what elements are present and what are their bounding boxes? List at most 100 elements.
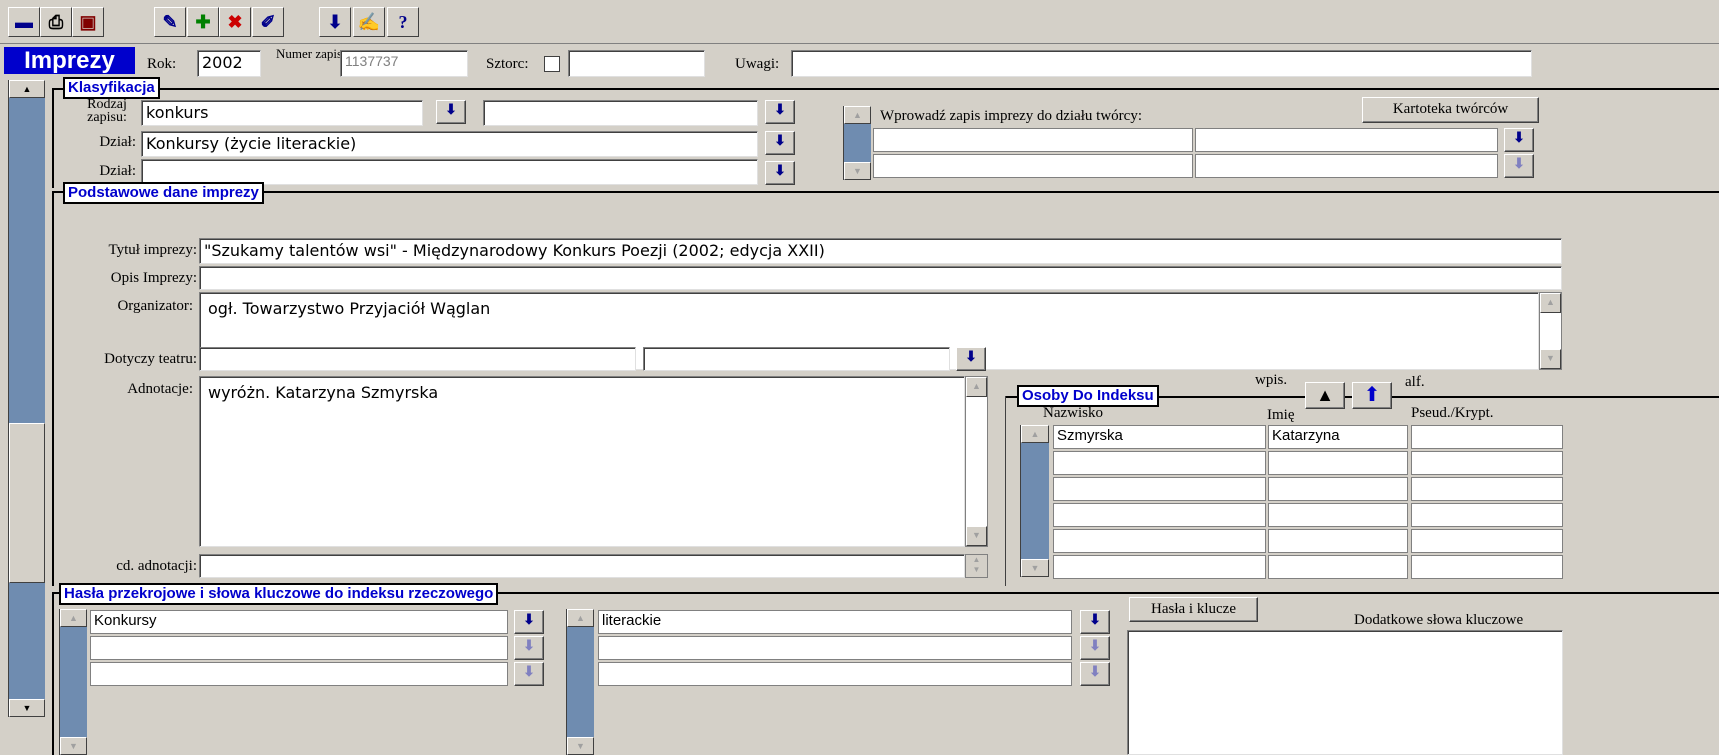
organizator-scroll-up[interactable]: ▲: [1540, 293, 1561, 313]
opis-field[interactable]: [199, 266, 1562, 290]
osoby-cell-imie[interactable]: [1268, 477, 1408, 501]
adnotacje-scroll-up[interactable]: ▲: [966, 377, 987, 397]
uwagi-label: Uwagi:: [735, 56, 780, 72]
hasla1-scroll-up[interactable]: ▲: [60, 609, 87, 627]
tworcy-row1-col2[interactable]: [1195, 128, 1498, 152]
cd-field[interactable]: [199, 554, 965, 578]
tworcy-scroll-down[interactable]: ▼: [844, 162, 871, 180]
dodatkowe-field[interactable]: [1127, 630, 1563, 755]
delete-record-icon: ✖: [227, 12, 243, 32]
main-scrollbar[interactable]: ▲ ▼: [8, 80, 45, 717]
osoby-cell-nazwisko[interactable]: Szmyrska: [1053, 425, 1266, 449]
hasla2-row2-dropdown[interactable]: ⬇: [1080, 636, 1110, 660]
undo-edit-button[interactable]: ✐: [252, 7, 284, 37]
uwagi-field[interactable]: [791, 50, 1532, 77]
adnotacje-scroll-down[interactable]: ▼: [966, 526, 987, 546]
osoby-cell-pseud[interactable]: [1411, 503, 1563, 527]
print-button[interactable]: ⎙: [40, 7, 72, 37]
tworcy-row1-col1[interactable]: [873, 128, 1193, 152]
tytul-field[interactable]: "Szukamy talentów wsi" - Międzynarodowy …: [199, 238, 1562, 264]
osoby-scrollbar[interactable]: ▲ ▼: [1020, 425, 1049, 577]
dzial2-dropdown-button[interactable]: ⬇: [765, 161, 795, 185]
numer-label: Numer zapisu:: [276, 46, 353, 61]
adnotacje-scrollbar[interactable]: ▲ ▼: [965, 376, 988, 547]
organizator-scrollbar[interactable]: ▲ ▼: [1539, 292, 1562, 370]
rodzaj-field[interactable]: konkurs: [141, 100, 423, 126]
organizator-scroll-down[interactable]: ▼: [1540, 349, 1561, 369]
rok-field[interactable]: 2002: [197, 50, 261, 77]
osoby-cell-imie[interactable]: [1268, 503, 1408, 527]
tworcy-scrollbar[interactable]: ▲ ▼: [843, 106, 871, 180]
edit-record-button[interactable]: ✎: [154, 7, 186, 37]
osoby-cell-pseud[interactable]: [1411, 477, 1563, 501]
osoby-cell-pseud[interactable]: [1411, 555, 1563, 579]
osoby-cell-nazwisko[interactable]: [1053, 503, 1266, 527]
wpis-label: wpis.: [1255, 372, 1288, 388]
hasla2-row1[interactable]: literackie: [598, 610, 1072, 634]
preview-button[interactable]: ▣: [72, 7, 104, 37]
podstawowe-frame-top: [52, 191, 1719, 193]
dzial1-field[interactable]: Konkursy (życie literackie): [141, 131, 758, 157]
hasla2-row1-dropdown[interactable]: ⬇: [1080, 610, 1110, 634]
sztorc-field[interactable]: [568, 50, 705, 77]
dzial1-dropdown-button[interactable]: ⬇: [765, 131, 795, 155]
note-button[interactable]: ✍: [353, 7, 385, 37]
sort-alf-button[interactable]: ⬆: [1352, 382, 1392, 409]
hasla2-scroll-down[interactable]: ▼: [567, 737, 594, 755]
scroll-thumb[interactable]: [9, 423, 45, 583]
hasla2-row2[interactable]: [598, 636, 1072, 660]
hasla1-row1-dropdown[interactable]: ⬇: [514, 610, 544, 634]
hasla1-row3-dropdown[interactable]: ⬇: [514, 662, 544, 686]
osoby-cell-imie[interactable]: [1268, 555, 1408, 579]
hasla-i-klucze-button[interactable]: Hasła i klucze: [1129, 597, 1258, 622]
osoby-cell-pseud[interactable]: [1411, 451, 1563, 475]
osoby-cell-imie[interactable]: Katarzyna: [1268, 425, 1408, 449]
osoby-cell-nazwisko[interactable]: [1053, 451, 1266, 475]
cd-scrollbar[interactable]: ▲ ▼: [965, 554, 988, 578]
hasla2-scrollbar[interactable]: ▲ ▼: [566, 609, 594, 755]
sort-wpis-button[interactable]: ▲: [1305, 382, 1345, 409]
osoby-cell-nazwisko[interactable]: [1053, 529, 1266, 553]
osoby-scroll-down[interactable]: ▼: [1021, 559, 1049, 577]
scroll-up-button[interactable]: ▲: [9, 80, 45, 98]
osoby-scroll-up[interactable]: ▲: [1021, 425, 1049, 443]
dotyczy-field1[interactable]: [199, 347, 636, 371]
rodzaj-extra-dropdown-button[interactable]: ⬇: [765, 100, 795, 124]
dotyczy-field2[interactable]: [643, 347, 950, 371]
opis-label: Opis Imprezy:: [110, 270, 197, 286]
hasla1-row2-dropdown[interactable]: ⬇: [514, 636, 544, 660]
delete-record-button[interactable]: ✖: [219, 7, 251, 37]
hasla1-scrollbar[interactable]: ▲ ▼: [59, 609, 87, 755]
help-button[interactable]: ?: [387, 7, 419, 37]
hasla1-scroll-down[interactable]: ▼: [60, 737, 87, 755]
osoby-cell-imie[interactable]: [1268, 451, 1408, 475]
tworcy-scroll-up[interactable]: ▲: [844, 106, 871, 124]
download-icon: ⬇: [327, 12, 343, 32]
tworcy-row2-col2[interactable]: [1195, 154, 1498, 178]
hasla1-row1[interactable]: Konkursy: [90, 610, 508, 634]
rodzaj-dropdown-button[interactable]: ⬇: [436, 100, 466, 124]
kartoteka-button[interactable]: Kartoteka twórców: [1362, 97, 1539, 123]
osoby-cell-nazwisko[interactable]: [1053, 477, 1266, 501]
add-record-button[interactable]: ✚: [187, 7, 219, 37]
download-button[interactable]: ⬇: [319, 7, 351, 37]
sztorc-checkbox[interactable]: [544, 56, 560, 72]
hasla2-row3-dropdown[interactable]: ⬇: [1080, 662, 1110, 686]
osoby-cell-nazwisko[interactable]: [1053, 555, 1266, 579]
rodzaj-extra-field[interactable]: [483, 100, 758, 126]
hasla2-scroll-up[interactable]: ▲: [567, 609, 594, 627]
tworcy-row2-col1[interactable]: [873, 154, 1193, 178]
scroll-down-button[interactable]: ▼: [9, 699, 45, 717]
osoby-cell-pseud[interactable]: [1411, 529, 1563, 553]
tworcy-row2-dropdown[interactable]: ⬇: [1504, 154, 1534, 178]
dodatkowe-label: Dodatkowe słowa kluczowe: [1354, 612, 1524, 628]
hasla1-row3[interactable]: [90, 662, 508, 686]
dotyczy-dropdown-button[interactable]: ⬇: [956, 347, 986, 371]
hasla2-row3[interactable]: [598, 662, 1072, 686]
adnotacje-field[interactable]: wyróżn. Katarzyna Szmyrska: [199, 376, 965, 547]
hasla1-row2[interactable]: [90, 636, 508, 660]
osoby-cell-imie[interactable]: [1268, 529, 1408, 553]
tworcy-row1-dropdown[interactable]: ⬇: [1504, 128, 1534, 152]
save-button[interactable]: ▬: [8, 7, 40, 37]
osoby-cell-pseud[interactable]: [1411, 425, 1563, 449]
